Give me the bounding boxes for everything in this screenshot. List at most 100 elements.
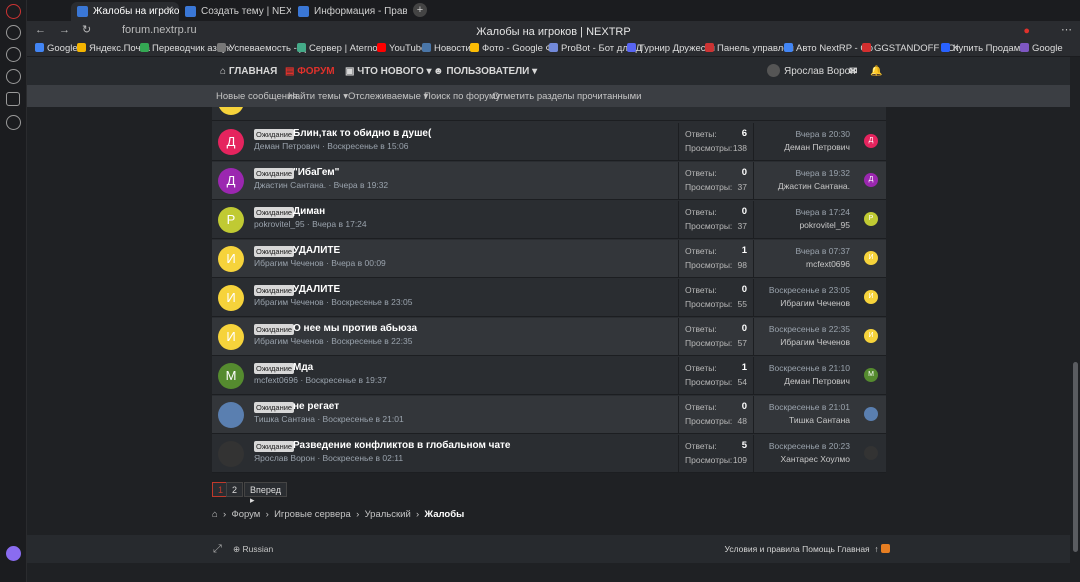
bookmark-item[interactable]: Успеваемость - Д — [217, 43, 306, 54]
table-row[interactable]: И Ожидание УДАЛИТЕ Ибрагим Чеченов · Воскре… — [212, 279, 886, 317]
bookmark-item[interactable]: Панель управлен — [705, 43, 794, 54]
status-badge[interactable]: Ожидание — [254, 363, 295, 374]
user-avatar[interactable] — [767, 64, 780, 77]
nav-forum[interactable]: ▤ ФОРУМ — [285, 66, 335, 77]
thread-title[interactable]: не регает — [293, 401, 339, 412]
bookmark-item[interactable]: YouTube — [377, 43, 426, 54]
last-poster-avatar[interactable] — [864, 407, 878, 421]
last-poster-avatar[interactable]: Д — [864, 173, 878, 187]
reload-icon[interactable]: ↻ — [82, 23, 91, 36]
avatar[interactable]: P — [218, 207, 244, 233]
menu-icon[interactable]: ⋯ — [1061, 23, 1072, 36]
download-icon[interactable] — [6, 47, 21, 62]
status-badge[interactable]: Ожидание — [254, 168, 295, 179]
thread-title[interactable]: Разведение конфликтов в глобальном чате — [293, 440, 510, 451]
bookmark-item[interactable]: Турнир Дружески — [627, 43, 715, 54]
home-icon[interactable]: ⌂ — [212, 509, 218, 520]
last-post[interactable]: Воскресенье в 20:23 Хантарес Хоулмо — [769, 441, 850, 464]
subnav-new-posts[interactable]: Новые сообщения — [216, 91, 298, 102]
heart-icon[interactable]: ● — [1023, 25, 1030, 37]
thread-title[interactable]: Диман — [293, 206, 325, 217]
footer-links[interactable]: Условия и правила Помощь Главная ↑ — [725, 544, 890, 554]
avatar[interactable]: И — [218, 285, 244, 311]
nav-users[interactable]: ☻ ПОЛЬЗОВАТЕЛИ ▾ — [433, 66, 537, 77]
bookmark-item[interactable]: Сервер | Aternos — [297, 43, 382, 54]
last-post[interactable]: Вчера в 19:32 Джастин Сантана. — [778, 168, 850, 191]
breadcrumb-item[interactable]: Уральский — [365, 509, 411, 520]
last-post[interactable]: Вчера в 17:24 pokrovitel_95 — [795, 207, 850, 230]
last-post[interactable]: Вчера в 20:30 Деман Петрович — [784, 129, 850, 152]
tab-create-topic[interactable]: Создать тему | NEXTRP — [179, 2, 291, 21]
url-field[interactable]: forum.nextrp.ru — [122, 24, 197, 36]
last-poster-avatar[interactable]: И — [864, 290, 878, 304]
workspace-icon[interactable] — [6, 92, 20, 106]
user-menu[interactable]: Ярослав Ворон — [784, 66, 856, 77]
history-icon[interactable] — [6, 25, 21, 40]
avatar[interactable]: И — [218, 324, 244, 350]
table-row[interactable]: Д Ожидание "ИбаГем" Джастин Сантана. · Вчер… — [212, 162, 886, 200]
last-poster-avatar[interactable]: И — [864, 251, 878, 265]
bookmark-item[interactable]: Фото - Google Фо — [470, 43, 558, 54]
status-badge[interactable]: Ожидание — [254, 441, 295, 452]
bookmark-item[interactable]: Google — [35, 43, 78, 54]
avatar[interactable] — [218, 402, 244, 428]
status-badge[interactable]: Ожидание — [254, 324, 295, 335]
bookmark-item[interactable]: Google — [1020, 43, 1063, 54]
avatar[interactable]: Д — [218, 129, 244, 155]
opera-logo-icon[interactable] — [6, 4, 21, 19]
scrollbar-thumb[interactable] — [1073, 362, 1078, 552]
table-row[interactable]: Ожидание не регает Тишка Сантана · Воскрес… — [212, 396, 886, 434]
subnav-watched[interactable]: Отслеживаемые ▾ — [348, 91, 428, 102]
bookmark-item[interactable]: Авто NextRP - Go — [784, 43, 873, 54]
table-row[interactable] — [212, 107, 886, 121]
rss-icon[interactable] — [881, 544, 890, 553]
last-poster-avatar[interactable]: И — [864, 329, 878, 343]
thread-title[interactable]: "ИбаГем" — [293, 167, 339, 178]
last-post[interactable]: Воскресенье в 23:05 Ибрагим Чеченов — [769, 285, 850, 308]
bookmark-item[interactable]: Новости — [422, 43, 471, 54]
avatar[interactable] — [218, 107, 244, 115]
breadcrumb-item[interactable]: Форум — [231, 509, 260, 520]
bookmark-item[interactable]: Купить Продам с — [941, 43, 1028, 54]
language-chooser[interactable]: ⊕ Russian — [233, 544, 273, 555]
bell-icon[interactable]: 🔔 — [870, 66, 882, 77]
page-link[interactable]: 2 — [226, 482, 244, 497]
thread-title[interactable]: УДАЛИТЕ — [293, 245, 340, 256]
mail-icon[interactable]: ✉ — [849, 66, 857, 77]
table-row[interactable]: Ожидание Разведение конфликтов в глобальн… — [212, 435, 886, 473]
last-post[interactable]: Воскресенье в 22:35 Ибрагим Чеченов — [769, 324, 850, 347]
breadcrumb-item[interactable]: Игровые сервера — [274, 509, 351, 520]
last-post[interactable]: Воскресенье в 21:10 Деман Петрович — [769, 363, 850, 386]
player-icon[interactable] — [6, 69, 21, 84]
last-post[interactable]: Вчера в 07:37 mcfext0696 — [795, 246, 850, 269]
table-row[interactable]: Д Ожидание Блин,так то обидно в душе(Деман… — [212, 123, 886, 161]
table-row[interactable]: И Ожидание О нее мы против абьюза Ибрагим Ч… — [212, 318, 886, 356]
subnav-search[interactable]: Поиск по форуму — [424, 91, 500, 102]
avatar[interactable]: И — [218, 246, 244, 272]
status-badge[interactable]: Ожидание — [254, 285, 295, 296]
status-badge[interactable]: Ожидание — [254, 402, 295, 413]
tab-complaints[interactable]: Жалобы на игроков | NE✕ — [71, 2, 179, 21]
last-poster-avatar[interactable] — [864, 446, 878, 460]
last-post[interactable]: Воскресенье в 21:01 Тишка Сантана — [769, 402, 850, 425]
thread-title[interactable]: Блин,так то обидно в душе( — [293, 128, 431, 139]
status-badge[interactable]: Ожидание — [254, 207, 295, 218]
table-row[interactable]: P Ожидание Диман pokrovitel_95 · Вчера в 17… — [212, 201, 886, 239]
subnav-mark-read[interactable]: Отметить разделы прочитанными — [492, 91, 641, 102]
last-poster-avatar[interactable]: M — [864, 368, 878, 382]
avatar[interactable]: Д — [218, 168, 244, 194]
last-poster-avatar[interactable]: Д — [864, 134, 878, 148]
back-icon[interactable]: ← — [35, 24, 46, 36]
thread-title[interactable]: Мда — [293, 362, 313, 373]
next-page-button[interactable]: Вперед ▸ — [244, 482, 287, 505]
thread-title[interactable]: О нее мы против абьюза — [293, 323, 417, 334]
nav-whats-new[interactable]: ▣ ЧТО НОВОГО ▾ — [345, 66, 432, 77]
expand-icon[interactable]: ⤢ — [213, 543, 222, 556]
tab-rules[interactable]: Информация - Правила п — [292, 2, 407, 21]
aria-icon[interactable] — [6, 546, 21, 561]
avatar[interactable]: M — [218, 363, 244, 389]
table-row[interactable]: M Ожидание Мда mcfext0696 · Воскресенье в 1… — [212, 357, 886, 395]
scrollbar[interactable] — [1070, 57, 1080, 582]
nav-home[interactable]: ⌂ ГЛАВНАЯ — [220, 66, 277, 77]
thread-title[interactable]: УДАЛИТЕ — [293, 284, 340, 295]
